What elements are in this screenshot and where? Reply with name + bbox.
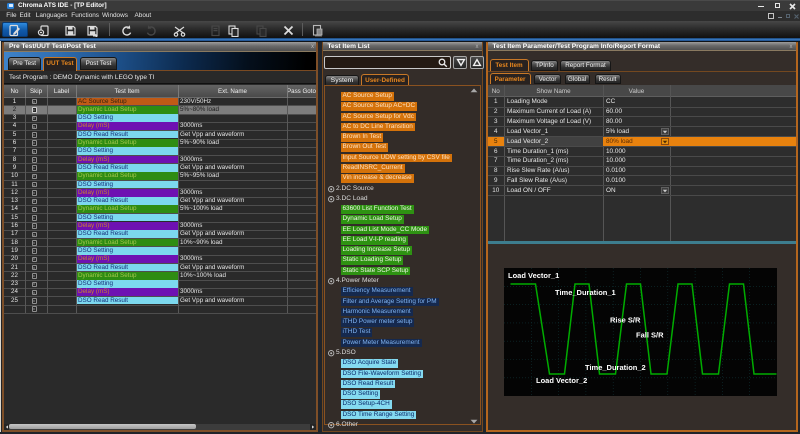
svg-text:Time_Duration_1: Time_Duration_1 [555,288,616,297]
svg-text:Load Vector_2: Load Vector_2 [536,376,587,385]
svg-text:Fall S/R: Fall S/R [636,331,664,340]
svg-text:Time_Duration_2: Time_Duration_2 [585,363,646,372]
svg-text:Rise S/R: Rise S/R [610,316,641,325]
svg-text:Load Vector_1: Load Vector_1 [508,271,559,280]
